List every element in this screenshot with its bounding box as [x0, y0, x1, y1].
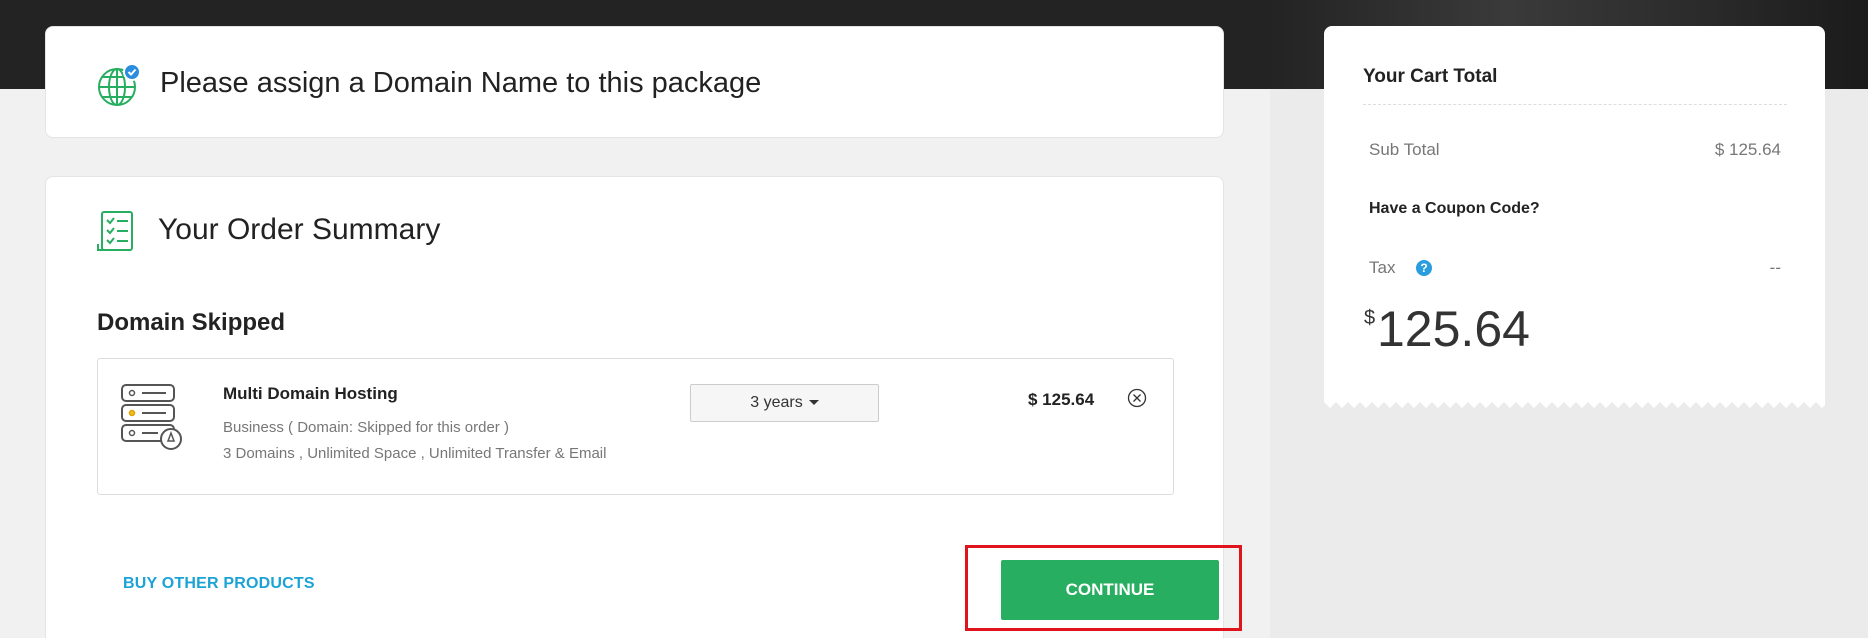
item-name: Multi Domain Hosting [223, 384, 398, 403]
buy-other-products-link[interactable]: BUY OTHER PRODUCTS [123, 575, 315, 593]
cart-divider [1363, 104, 1787, 105]
caret-down-icon [808, 400, 819, 406]
subtotal-label: Sub Total [1369, 140, 1440, 159]
domain-card-title: Please assign a Domain Name to this pack… [160, 67, 762, 99]
order-summary-title: Your Order Summary [158, 213, 441, 246]
cart-total-card: Your Cart Total Sub Total $ 125.64 Have … [1324, 26, 1825, 408]
domain-skipped-heading: Domain Skipped [97, 309, 286, 336]
subtotal-value: $ 125.64 [1714, 140, 1781, 159]
help-icon[interactable]: ? [1416, 260, 1432, 276]
globe-check-icon [98, 63, 141, 106]
tax-value: -- [1769, 258, 1781, 277]
total-amount: 125.64 [1377, 301, 1530, 357]
remove-circle-icon[interactable] [1127, 388, 1147, 408]
term-select-value: 3 years [750, 394, 803, 411]
item-features: 3 Domains , Unlimited Space , Unlimited … [223, 445, 607, 462]
server-icon [121, 384, 182, 450]
domain-assignment-card: Please assign a Domain Name to this pack… [45, 26, 1224, 138]
term-select[interactable]: 3 years [690, 384, 879, 422]
item-description: Business ( Domain: Skipped for this orde… [223, 419, 509, 436]
checklist-icon [97, 211, 133, 251]
coupon-code-link[interactable]: Have a Coupon Code? [1369, 200, 1540, 218]
cart-title: Your Cart Total [1363, 66, 1498, 87]
total-currency: $ [1364, 307, 1376, 329]
order-summary-card: Your Order Summary Domain Skipped Multi … [45, 176, 1242, 638]
receipt-edge [1324, 398, 1825, 408]
continue-button[interactable]: CONTINUE [1001, 560, 1219, 620]
tax-label: Tax [1369, 258, 1396, 277]
item-price: $ 125.64 [1028, 390, 1095, 409]
order-item: Multi Domain Hosting Business ( Domain: … [97, 358, 1174, 495]
